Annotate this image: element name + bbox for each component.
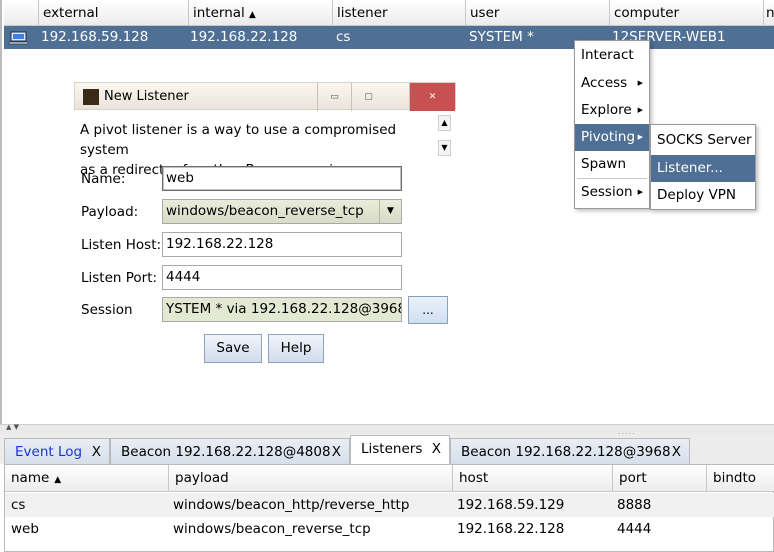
submenu-item-listener[interactable]: Listener... — [651, 155, 755, 182]
submenu-arrow-icon: ▶ — [637, 106, 643, 114]
tab-close-button[interactable]: X — [432, 436, 441, 462]
maximize-icon: ▢ — [364, 92, 373, 102]
column-header-computer[interactable]: computer — [610, 0, 764, 26]
pivoting-submenu: SOCKS Server Listener... Deploy VPN — [650, 124, 756, 210]
column-header-internal[interactable]: internal ▲ — [189, 0, 333, 26]
submenu-item-deploy-vpn[interactable]: Deploy VPN — [651, 182, 755, 209]
listener-host: 192.168.59.129 — [457, 497, 565, 513]
menu-item-access[interactable]: Access ▶ — [575, 70, 649, 97]
choose-session-button[interactable]: ... — [408, 296, 448, 324]
submenu-arrow-icon: ▶ — [637, 188, 643, 196]
payload-select[interactable]: windows/beacon_reverse_tcp ▼ — [162, 199, 402, 224]
close-icon: ✕ — [428, 92, 437, 102]
scroll-down-icon: ▼ — [441, 143, 448, 152]
chevron-down-icon: ▼ — [379, 200, 401, 223]
listener-name: cs — [11, 497, 26, 513]
menu-item-explore[interactable]: Explore ▶ — [575, 97, 649, 124]
tab-event-log[interactable]: Event Log X — [4, 438, 110, 464]
table-row[interactable]: web windows/beacon_reverse_tcp 192.168.2… — [5, 517, 774, 541]
session-field: YSTEM * via 192.168.22.128@3968 — [162, 297, 402, 322]
column-header-listener[interactable]: listener — [333, 0, 466, 26]
payload-value: windows/beacon_reverse_tcp — [166, 203, 364, 219]
save-button[interactable]: Save — [204, 334, 262, 363]
session-label: Session — [81, 302, 133, 318]
listeners-table: name ▲ payload host port bindto cs window… — [4, 464, 774, 552]
dialog-title-bar[interactable]: New Listener ▭ ▢ ✕ — [74, 82, 456, 111]
scroll-up-icon: ▲ — [441, 118, 448, 127]
scroll-down-button[interactable]: ▼ — [438, 140, 451, 156]
submenu-arrow-icon: ▶ — [637, 133, 643, 141]
listener-host: 192.168.22.128 — [457, 521, 565, 537]
payload-label: Payload: — [81, 204, 139, 220]
tab-listeners[interactable]: Listeners X — [350, 435, 450, 465]
listener-name: web — [11, 521, 39, 537]
column-header-user[interactable]: user — [466, 0, 610, 26]
menu-item-session[interactable]: Session ▶ — [575, 179, 649, 206]
maximize-button[interactable]: ▢ — [351, 83, 385, 111]
sessions-table-header: external internal ▲ listener user compute… — [4, 0, 774, 26]
session-context-menu: Interact Access ▶ Explore ▶ Pivoting ▶ Spaw… — [574, 40, 650, 209]
computer-icon — [8, 31, 29, 45]
menu-item-spawn[interactable]: Spawn — [575, 151, 649, 178]
new-listener-dialog: New Listener ▭ ▢ ✕ A pivot listener is a… — [74, 82, 456, 374]
column-header-bindto[interactable]: bindto — [707, 465, 774, 492]
column-header-external[interactable]: external — [39, 0, 189, 26]
listen-port-field[interactable]: 4444 — [162, 265, 402, 290]
tab-beacon-4808[interactable]: Beacon 192.168.22.128@4808 X — [110, 438, 350, 464]
help-button[interactable]: Help — [268, 334, 324, 363]
sort-ascending-icon: ▲ — [54, 475, 62, 485]
session-user: SYSTEM * — [469, 29, 534, 45]
tab-beacon-3968[interactable]: Beacon 192.168.22.128@3968 X — [450, 438, 690, 464]
listener-port: 4444 — [617, 521, 652, 537]
tab-close-button[interactable]: X — [672, 439, 681, 465]
column-header-port[interactable]: port — [613, 465, 707, 492]
listen-host-label: Listen Host: — [81, 237, 162, 253]
session-external-ip: 192.168.59.128 — [41, 29, 149, 45]
session-internal-ip: 192.168.22.128 — [190, 29, 298, 45]
submenu-arrow-icon: ▶ — [637, 79, 643, 87]
tab-bar: Event Log X Beacon 192.168.22.128@4808 X… — [0, 434, 774, 465]
table-row[interactable]: cs windows/beacon_http/reverse_http 192.… — [5, 493, 774, 517]
listeners-table-header: name ▲ payload host port bindto — [5, 465, 774, 492]
minimize-button[interactable]: ▭ — [317, 83, 351, 111]
menu-item-pivoting[interactable]: Pivoting ▶ — [575, 124, 649, 151]
app-icon — [83, 89, 99, 105]
sort-ascending-icon: ▲ — [248, 10, 256, 20]
listener-port: 8888 — [617, 497, 652, 513]
menu-item-interact[interactable]: Interact — [575, 42, 649, 69]
tab-close-button[interactable]: X — [92, 439, 101, 465]
listener-payload: windows/beacon_http/reverse_http — [173, 497, 410, 513]
tab-close-button[interactable]: X — [332, 439, 341, 465]
session-listener: cs — [336, 29, 351, 45]
column-header-payload[interactable]: payload — [169, 465, 453, 492]
scroll-up-button[interactable]: ▲ — [438, 115, 451, 131]
name-label: Name: — [81, 171, 126, 187]
column-header-icon[interactable] — [4, 0, 39, 26]
listener-payload: windows/beacon_reverse_tcp — [173, 521, 371, 537]
split-pane-divider[interactable]: ▲ ▼ ..... — [0, 423, 774, 436]
column-header-host[interactable]: host — [453, 465, 613, 492]
name-field[interactable]: web — [162, 166, 402, 191]
session-row[interactable]: 192.168.59.128 192.168.22.128 cs SYSTEM … — [4, 26, 774, 49]
listen-host-field[interactable]: 192.168.22.128 — [162, 232, 402, 257]
submenu-item-socks-server[interactable]: SOCKS Server — [651, 127, 755, 154]
dialog-title: New Listener — [104, 89, 189, 104]
column-header-n[interactable]: n — [764, 0, 774, 26]
minimize-icon: ▭ — [330, 92, 339, 102]
collapse-arrows-icon[interactable]: ▲ ▼ — [6, 423, 19, 431]
column-header-name[interactable]: name ▲ — [5, 465, 169, 492]
close-button[interactable]: ✕ — [409, 83, 455, 111]
listen-port-label: Listen Port: — [81, 270, 158, 286]
